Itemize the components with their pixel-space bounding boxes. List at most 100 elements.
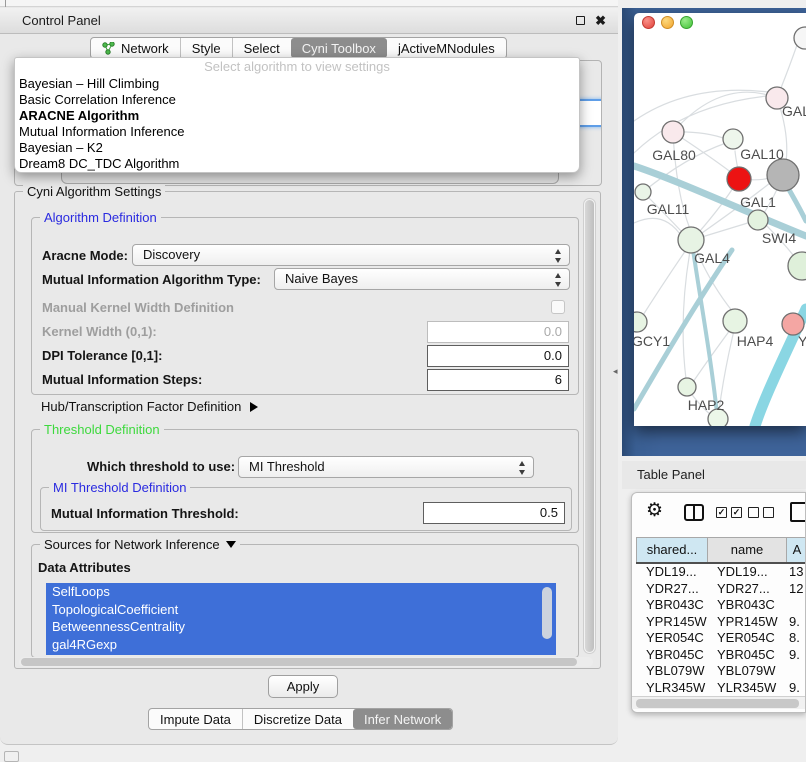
node-label-gal10: GAL10 bbox=[740, 146, 784, 162]
scrollbar-thumb[interactable] bbox=[585, 200, 594, 652]
sources-group: Sources for Network Inference Data Attri… bbox=[31, 544, 579, 658]
tab-cyni-toolbox[interactable]: Cyni Toolbox bbox=[291, 38, 387, 58]
attribute-item-topologicalcoefficient[interactable]: TopologicalCoefficient bbox=[46, 601, 556, 619]
minimize-traffic-light[interactable] bbox=[661, 16, 674, 29]
settings-vertical-scrollbar[interactable] bbox=[583, 198, 596, 654]
cell: YBL079W bbox=[707, 663, 786, 680]
tab-label: Style bbox=[192, 41, 221, 56]
gear-icon[interactable]: ⚙ bbox=[646, 499, 663, 522]
table-panel-title: Table Panel bbox=[637, 461, 705, 489]
cell: YBR043C bbox=[707, 597, 786, 614]
tab-discretize-data[interactable]: Discretize Data bbox=[242, 709, 353, 729]
table-row[interactable]: YBR045CYBR045C9. bbox=[636, 647, 806, 664]
close-icon[interactable]: ✖ bbox=[595, 8, 606, 34]
algorithm-option-dream8-dc-tdc-algorithm[interactable]: Dream8 DC_TDC Algorithm bbox=[15, 156, 579, 172]
algorithm-option-bayesian-k2[interactable]: Bayesian – K2 bbox=[15, 140, 579, 156]
network-canvas[interactable]: GALGAL80GAL10GAL1GAL11GAL4SWI4GCY1HAP4YH… bbox=[634, 13, 806, 426]
table-row[interactable]: YLR345WYLR345W9. bbox=[636, 680, 806, 697]
which-threshold-label: Which threshold to use: bbox=[87, 458, 235, 476]
float-window-icon[interactable] bbox=[576, 16, 585, 25]
network-edge[interactable] bbox=[634, 96, 767, 153]
table-row[interactable]: YER054CYER054C8. bbox=[636, 630, 806, 647]
attribute-item-selfloops[interactable]: SelfLoops bbox=[46, 583, 556, 601]
unchecked-checkbox-icon[interactable] bbox=[748, 507, 759, 518]
corner-widget[interactable] bbox=[4, 751, 19, 762]
algorithm-option-aracne-algorithm[interactable]: ARACNE Algorithm bbox=[15, 108, 579, 124]
tab-network[interactable]: Network bbox=[91, 38, 180, 58]
tab-jactivemnodules[interactable]: jActiveMNodules bbox=[387, 38, 506, 58]
table-horizontal-scrollbar[interactable] bbox=[632, 696, 806, 709]
network-view-frame: GALGAL80GAL10GAL1GAL11GAL4SWI4GCY1HAP4YH… bbox=[622, 8, 806, 456]
tab-infer-network[interactable]: Infer Network bbox=[353, 709, 452, 729]
tab-label: Select bbox=[244, 41, 280, 56]
network-node[interactable] bbox=[634, 312, 647, 332]
network-node[interactable] bbox=[727, 167, 751, 191]
network-node[interactable] bbox=[635, 184, 651, 200]
list-scrollbar[interactable] bbox=[542, 587, 552, 639]
table-row[interactable]: YPR145WYPR145W9. bbox=[636, 614, 806, 631]
algorithm-definition-group: Algorithm Definition Aracne Mode: Discov… bbox=[31, 217, 579, 395]
network-node[interactable] bbox=[782, 313, 804, 335]
close-traffic-light[interactable] bbox=[642, 16, 655, 29]
mi-type-select[interactable]: Naive Bayes bbox=[274, 268, 570, 290]
table-row[interactable]: YBR043CYBR043C bbox=[636, 597, 806, 614]
sources-group-title[interactable]: Sources for Network Inference bbox=[40, 537, 240, 552]
network-node[interactable] bbox=[767, 159, 799, 191]
scrollbar-thumb[interactable] bbox=[21, 658, 577, 666]
mi-steps-field[interactable]: 6 bbox=[427, 369, 569, 391]
splitter-collapse-icon[interactable]: ◂ bbox=[613, 366, 618, 377]
zoom-traffic-light[interactable] bbox=[680, 16, 693, 29]
export-table-icon[interactable] bbox=[790, 502, 806, 522]
algorithm-option-mutual-information-inference[interactable]: Mutual Information Inference bbox=[15, 124, 579, 140]
column-header-a[interactable]: A bbox=[786, 538, 806, 562]
table-row[interactable]: YBL079WYBL079W bbox=[636, 663, 806, 680]
columns-icon[interactable] bbox=[684, 504, 704, 521]
column-header-name[interactable]: name bbox=[707, 538, 786, 562]
cell: YLR345W bbox=[636, 680, 707, 697]
network-edge[interactable] bbox=[673, 92, 777, 132]
kernel-width-field[interactable]: 0.0 bbox=[427, 321, 569, 343]
network-edge[interactable] bbox=[638, 250, 686, 323]
cell: YLR345W bbox=[707, 680, 786, 697]
algorithm-definition-title: Algorithm Definition bbox=[40, 210, 161, 225]
cell: YDR27... bbox=[707, 581, 786, 598]
table-row[interactable]: YDR27...YDR27...12 bbox=[636, 581, 806, 598]
control-panel-tabbar: Network Style Select Cyni ToolboxjActiveMNo… bbox=[90, 37, 507, 59]
network-node[interactable] bbox=[723, 309, 747, 333]
network-edge[interactable] bbox=[634, 218, 682, 237]
network-view-window[interactable]: GALGAL80GAL10GAL1GAL11GAL4SWI4GCY1HAP4YH… bbox=[634, 13, 806, 426]
network-node[interactable] bbox=[788, 252, 806, 280]
mi-threshold-field[interactable]: 0.5 bbox=[423, 502, 565, 524]
apply-button[interactable]: Apply bbox=[268, 675, 338, 698]
data-attributes-list[interactable]: SelfLoopsTopologicalCoefficientBetweenne… bbox=[46, 583, 556, 655]
network-node[interactable] bbox=[662, 121, 684, 143]
network-node[interactable] bbox=[678, 378, 696, 396]
network-edge[interactable] bbox=[683, 240, 692, 379]
aracne-mode-select[interactable]: Discovery bbox=[132, 244, 570, 266]
manual-kernel-label: Manual Kernel Width Definition bbox=[42, 299, 234, 317]
scrollbar-thumb[interactable] bbox=[636, 699, 799, 708]
hub-factor-expander[interactable]: Hub/Transcription Factor Definition bbox=[41, 398, 258, 416]
tab-select[interactable]: Select bbox=[232, 38, 291, 58]
algorithm-option-basic-correlation-inference[interactable]: Basic Correlation Inference bbox=[15, 92, 579, 108]
stepper-icon bbox=[519, 460, 526, 476]
manual-kernel-checkbox[interactable] bbox=[551, 300, 565, 314]
algorithm-option-bayesian-hill-climbing[interactable]: Bayesian – Hill Climbing bbox=[15, 76, 579, 92]
network-node[interactable] bbox=[794, 27, 806, 49]
network-edge[interactable] bbox=[634, 90, 768, 121]
network-node[interactable] bbox=[748, 210, 768, 230]
tab-style[interactable]: Style bbox=[180, 38, 232, 58]
attribute-item-betweennesscentrality[interactable]: BetweennessCentrality bbox=[46, 618, 556, 636]
which-threshold-select[interactable]: MI Threshold bbox=[238, 456, 534, 478]
attribute-item-gal4rgexp[interactable]: gal4RGexp bbox=[46, 636, 556, 654]
checked-checkbox-icon[interactable]: ✓ bbox=[731, 507, 742, 518]
tab-impute-data[interactable]: Impute Data bbox=[149, 709, 242, 729]
checked-checkbox-icon[interactable]: ✓ bbox=[716, 507, 727, 518]
table-row[interactable]: YDL19...YDL19...13 bbox=[636, 564, 806, 581]
tab-label: Network bbox=[121, 41, 169, 56]
column-header-shared-[interactable]: shared... bbox=[636, 538, 707, 562]
dpi-tolerance-field[interactable]: 0.0 bbox=[427, 345, 569, 367]
settings-horizontal-scrollbar[interactable] bbox=[19, 657, 593, 667]
unchecked-checkbox-icon[interactable] bbox=[763, 507, 774, 518]
tab-label: Impute Data bbox=[160, 712, 231, 727]
